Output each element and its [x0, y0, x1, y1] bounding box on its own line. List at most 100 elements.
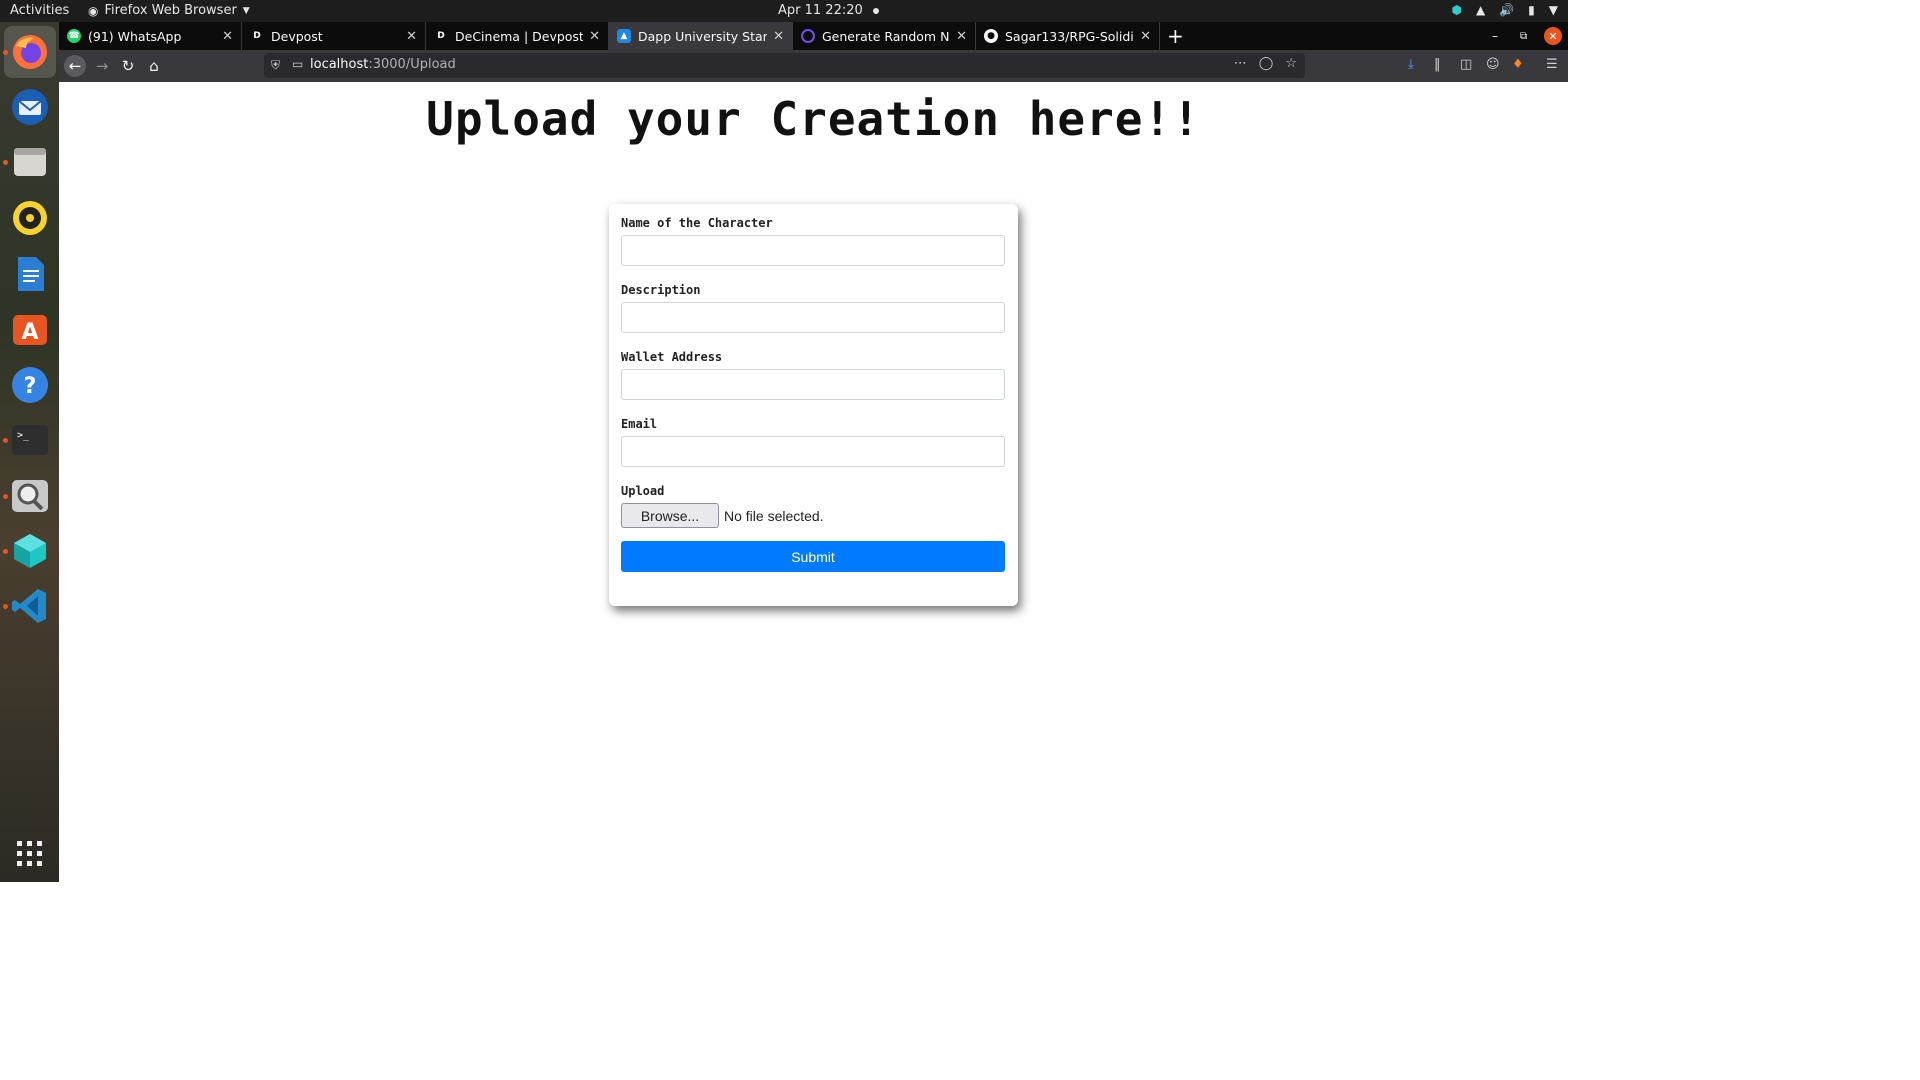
tab-random-number[interactable]: Generate Random Numb ✕ — [793, 22, 976, 50]
sidebar-icon[interactable]: ◫ — [1460, 57, 1472, 72]
forward-button[interactable]: → — [91, 55, 113, 77]
dock-rhythmbox[interactable] — [10, 198, 50, 238]
dock-software[interactable]: A — [10, 309, 50, 349]
chevron-down-icon: ▼ — [242, 5, 250, 16]
tab-devpost[interactable]: D Devpost ✕ — [242, 22, 426, 50]
window-close-button[interactable]: ✕ — [1544, 22, 1562, 50]
close-icon[interactable]: ✕ — [589, 29, 600, 44]
app-menu[interactable]: ◉ Firefox Web Browser ▼ — [88, 3, 250, 18]
dapp-icon: ▲ — [617, 29, 631, 43]
github-icon: ● — [984, 29, 998, 43]
tab-label: DeCinema | Devpost — [455, 28, 584, 44]
home-button[interactable]: ⌂ — [143, 55, 165, 77]
reload-button[interactable]: ↻ — [117, 55, 139, 77]
arrow-right-icon: → — [95, 57, 109, 75]
devpost-icon: D — [250, 29, 264, 43]
running-indicator-icon — [3, 160, 8, 165]
firefox-small-icon: ◉ — [88, 3, 99, 18]
page-title: Upload your Creation here!! — [426, 92, 1201, 146]
tab-label: (91) WhatsApp — [88, 28, 182, 44]
tab-github[interactable]: ● Sagar133/RPG-Solidity-C ✕ — [976, 22, 1160, 50]
browse-button[interactable]: Browse... — [621, 503, 719, 528]
maximize-button[interactable]: ⧉ — [1520, 22, 1527, 50]
files-icon — [14, 148, 46, 176]
close-icon[interactable]: ✕ — [773, 29, 784, 44]
file-status: No file selected. — [724, 508, 824, 524]
power-menu-icon: ▼ — [1548, 3, 1558, 17]
wifi-icon: ▲ — [1475, 3, 1486, 17]
url-bar[interactable]: ⛨ ▭ localhost:3000/Upload ⋯ ◯ ☆ — [264, 53, 1305, 78]
pocket-icon[interactable]: ◯ — [1259, 56, 1274, 71]
page-content: Upload your Creation here!! Name of the … — [59, 82, 1568, 882]
email-input[interactable] — [621, 436, 1005, 467]
dock-app-grid[interactable] — [10, 834, 50, 874]
rhythmbox-icon — [13, 201, 47, 235]
dock-thunderbird[interactable] — [10, 87, 50, 127]
dock-magnifier[interactable] — [10, 476, 50, 516]
navigation-bar: ← → ↻ ⌂ ⛨ ▭ localhost:3000/Upload ⋯ ◯ ☆ … — [59, 50, 1568, 82]
running-indicator-icon — [3, 604, 8, 609]
tab-whatsapp[interactable]: ☎ (91) WhatsApp ✕ — [59, 22, 242, 50]
library-icon[interactable]: ‖ — [1434, 57, 1441, 72]
running-indicator-icon — [3, 438, 8, 443]
close-icon[interactable]: ✕ — [956, 29, 967, 44]
app-grid-icon — [17, 841, 42, 866]
close-icon[interactable]: ✕ — [222, 29, 233, 44]
tab-strip: ☎ (91) WhatsApp ✕ D Devpost ✕ D DeCinema… — [59, 22, 1568, 50]
svg-text:>_: >_ — [17, 430, 30, 441]
upload-form: Name of the Character Description Wallet… — [609, 204, 1018, 606]
new-tab-button[interactable]: + — [1167, 24, 1184, 48]
character-name-input[interactable] — [621, 235, 1005, 266]
running-indicator-icon — [3, 494, 8, 499]
dock-writer[interactable] — [10, 254, 50, 294]
tab-label: Generate Random Numb — [822, 28, 950, 44]
submit-button[interactable]: Submit — [621, 541, 1005, 572]
dock-cube[interactable] — [10, 531, 50, 571]
circle-icon — [801, 29, 815, 43]
tab-label: Sagar133/RPG-Solidity-C — [1005, 28, 1134, 44]
email-label: Email — [621, 417, 658, 431]
back-button[interactable]: ← — [64, 55, 86, 77]
dock-firefox[interactable] — [4, 26, 56, 78]
close-icon[interactable]: ✕ — [1140, 29, 1151, 44]
metamask-icon[interactable]: ♦ — [1512, 57, 1524, 72]
cube-tray-icon: ⬢ — [1451, 3, 1462, 17]
devpost-icon: D — [434, 29, 448, 43]
dock: A ? >_ — [0, 22, 59, 882]
dock-vscode[interactable] — [10, 586, 50, 626]
svg-text:A: A — [21, 320, 38, 345]
software-icon: A — [13, 315, 47, 345]
tab-label: Devpost — [271, 28, 323, 44]
wallet-address-input[interactable] — [621, 369, 1005, 400]
activities-button[interactable]: Activities — [10, 3, 69, 18]
dock-help[interactable]: ? — [10, 365, 50, 405]
description-label: Description — [621, 283, 701, 297]
clock[interactable]: Apr 11 22:20 — [778, 3, 879, 18]
help-icon: ? — [12, 367, 48, 403]
system-top-bar: Activities ◉ Firefox Web Browser ▼ Apr 1… — [0, 0, 1568, 22]
thunderbird-icon — [12, 89, 48, 125]
tab-decinema[interactable]: D DeCinema | Devpost ✕ — [426, 22, 609, 50]
close-icon[interactable]: ✕ — [406, 29, 417, 44]
battery-icon: ▮ — [1528, 3, 1535, 17]
more-actions-icon[interactable]: ⋯ — [1234, 56, 1247, 71]
hamburger-menu-icon[interactable]: ☰ — [1546, 57, 1558, 72]
minimize-button[interactable]: – — [1492, 22, 1498, 50]
description-input[interactable] — [621, 302, 1005, 333]
name-label: Name of the Character — [621, 216, 773, 230]
upload-label: Upload — [621, 484, 665, 498]
tab-dapp-university[interactable]: ▲ Dapp University Starter K ✕ — [609, 22, 793, 50]
magnifier-icon — [12, 480, 48, 512]
reload-icon: ↻ — [121, 57, 135, 75]
whatsapp-icon: ☎ — [67, 29, 81, 43]
system-tray[interactable]: ⬢ ▲ 🔊 ▮ ▼ — [1451, 3, 1558, 17]
downloads-icon[interactable]: ⤓ — [1408, 57, 1414, 72]
dock-terminal[interactable]: >_ — [10, 420, 50, 460]
url-path: :3000/Upload — [368, 57, 456, 72]
account-icon[interactable]: ☺ — [1486, 57, 1500, 72]
bookmark-star-icon[interactable]: ☆ — [1285, 56, 1297, 71]
notification-dot-icon — [872, 7, 879, 14]
dock-files[interactable] — [10, 142, 50, 182]
vscode-icon — [12, 589, 46, 623]
arrow-left-icon: ← — [68, 57, 82, 75]
